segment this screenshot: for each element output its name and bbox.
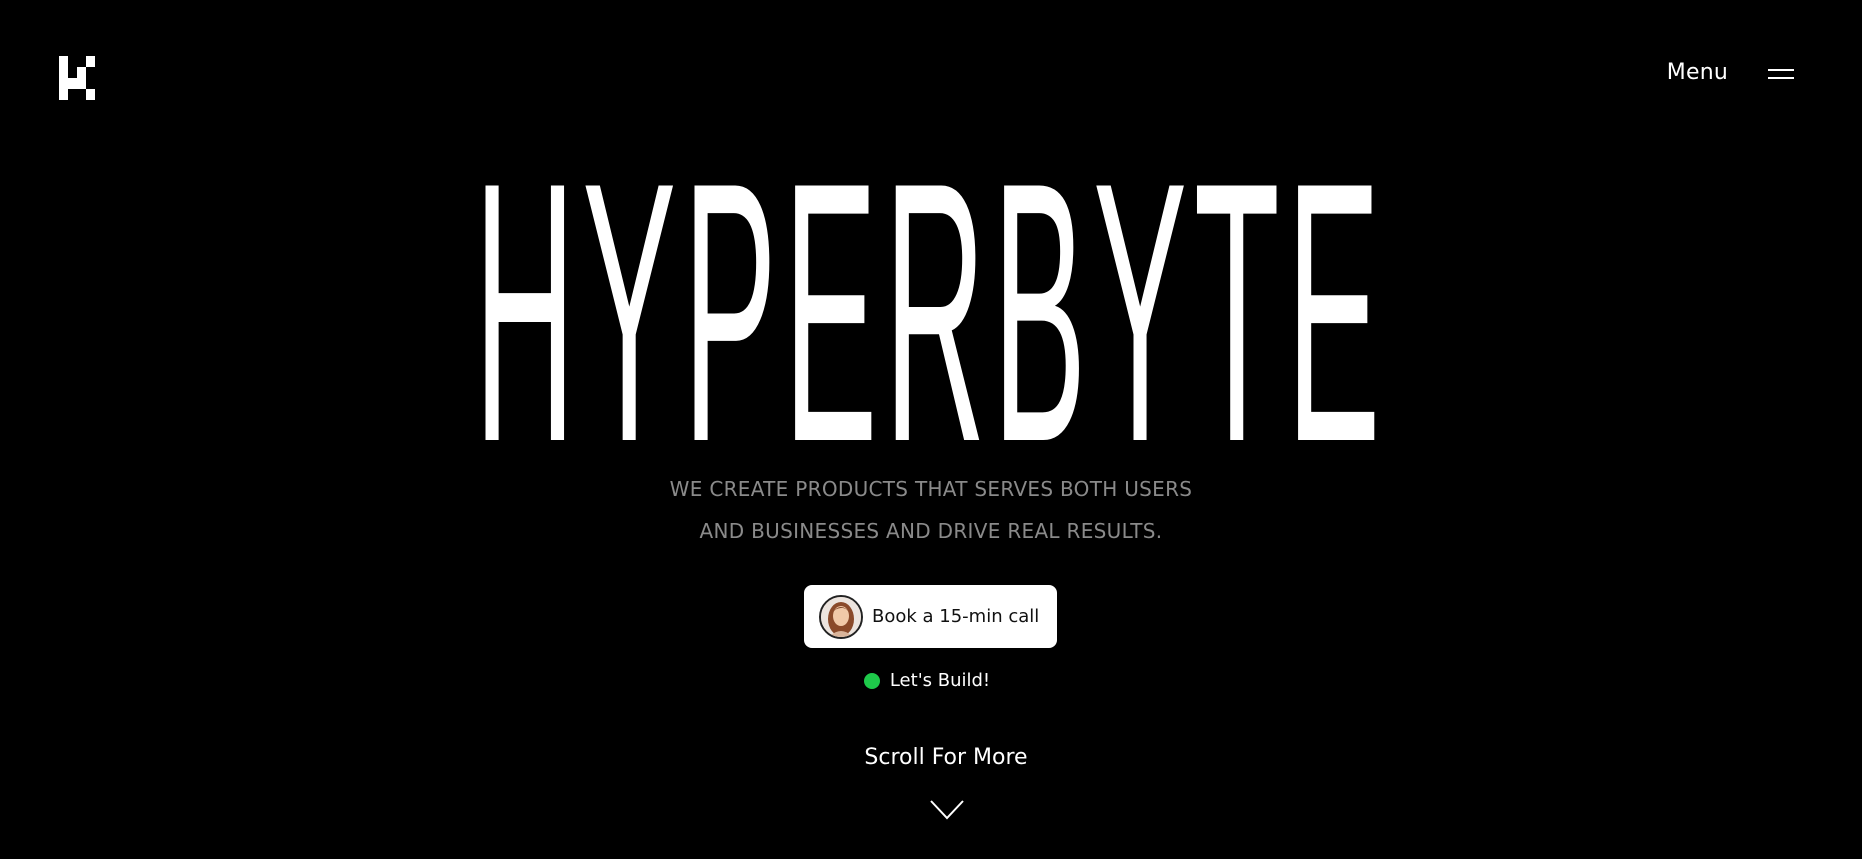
hero-subtitle: WE CREATE PRODUCTS THAT SERVES BOTH USER… — [0, 468, 1862, 552]
k-pixel-logo-icon[interactable] — [59, 56, 95, 100]
book-call-button[interactable]: Book a 15-min call — [804, 585, 1057, 648]
status-indicator: Let's Build! — [0, 670, 1862, 691]
scroll-for-more-link[interactable]: Scroll For More — [0, 745, 1862, 770]
menu-button[interactable]: Menu — [1667, 60, 1794, 85]
status-label: Let's Build! — [889, 670, 991, 691]
hero-title: HYPERBYTE — [474, 106, 1388, 519]
hamburger-icon — [1768, 66, 1794, 80]
book-call-label: Book a 15-min call — [872, 606, 1040, 627]
hero-title-container: HYPERBYTE — [0, 106, 1862, 519]
hero-subtitle-line-2: AND BUSINESSES AND DRIVE REAL RESULTS. — [699, 519, 1163, 543]
landing-page: Menu HYPERBYTE WE CREATE PRODUCTS THAT S… — [0, 0, 1862, 859]
chevron-down-icon[interactable] — [930, 800, 964, 820]
menu-label: Menu — [1666, 60, 1728, 85]
status-dot — [863, 672, 880, 689]
hero-subtitle-line-1: WE CREATE PRODUCTS THAT SERVES BOTH USER… — [669, 477, 1193, 501]
avatar — [819, 594, 863, 639]
